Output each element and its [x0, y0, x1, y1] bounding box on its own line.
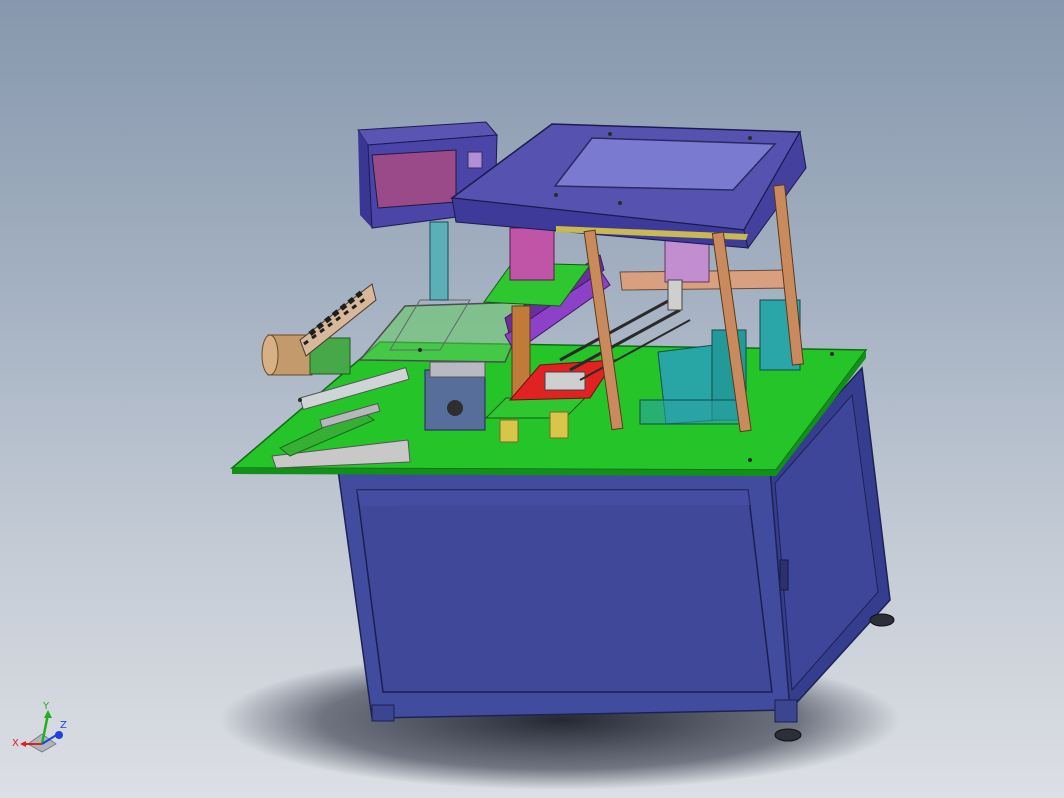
foot-left — [371, 704, 395, 722]
loading-tray[interactable] — [358, 301, 532, 363]
leveling-foot-back — [869, 613, 895, 627]
display-screen — [371, 149, 457, 209]
z-axis-label: Z — [60, 720, 67, 731]
y-axis-label: Y — [42, 701, 50, 712]
cylinder-left — [509, 227, 555, 281]
cabinet-door[interactable] — [356, 489, 773, 693]
cylinder-right — [664, 237, 710, 283]
machine-model[interactable] — [0, 0, 1064, 798]
x-axis-label: X — [12, 738, 19, 749]
foot-mid — [774, 699, 798, 723]
leveling-foot-front — [774, 728, 802, 742]
coordinate-triad: X Y Z — [12, 701, 67, 753]
cad-viewport[interactable]: X Y Z — [0, 0, 1064, 798]
display-mount-post — [429, 221, 449, 301]
